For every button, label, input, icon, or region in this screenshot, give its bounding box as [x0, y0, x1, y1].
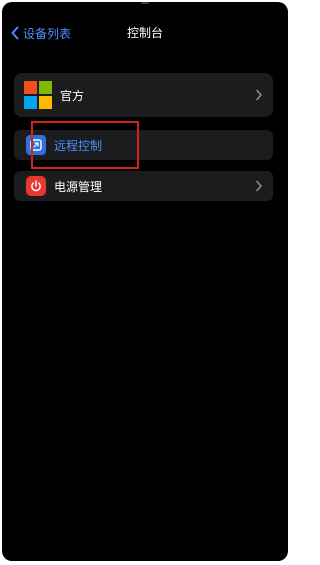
list-item-official[interactable]: 官方	[14, 73, 273, 117]
remote-control-icon	[26, 135, 46, 155]
list-item-label: 电源管理	[54, 179, 103, 194]
screen-speck	[162, 325, 163, 326]
back-button-label: 设备列表	[23, 26, 72, 41]
list-item-power-management[interactable]: 电源管理	[14, 171, 273, 201]
microsoft-logo-icon	[24, 81, 52, 109]
chevron-left-icon	[10, 26, 20, 40]
back-button[interactable]: 设备列表	[10, 22, 71, 44]
list-item-label: 官方	[60, 88, 85, 103]
chevron-right-icon	[255, 180, 263, 192]
power-icon	[26, 176, 46, 196]
phone-screen: 设备列表 控制台 官方 远程控制 电源管理	[2, 2, 288, 561]
chevron-right-icon	[255, 89, 263, 101]
list-item-remote-control[interactable]: 远程控制	[14, 130, 273, 160]
navigation-bar: 设备列表 控制台	[2, 2, 288, 62]
list-item-label: 远程控制	[54, 138, 103, 153]
